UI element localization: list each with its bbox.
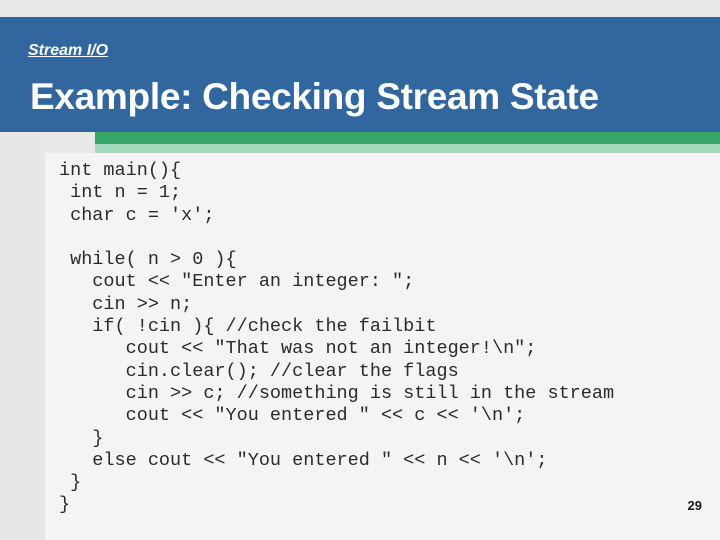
- accent-bar-green: [95, 132, 720, 144]
- panel-top-gap: [45, 132, 95, 153]
- accent-bar-green-light: [95, 144, 720, 153]
- code-block: int main(){ int n = 1; char c = 'x'; whi…: [59, 160, 615, 516]
- top-margin-strip: [0, 0, 720, 17]
- left-margin-strip: [0, 132, 45, 540]
- section-kicker: Stream I/O: [28, 42, 109, 59]
- page-title: Example: Checking Stream State: [30, 76, 599, 117]
- slide-number: 29: [687, 498, 702, 513]
- slide-header-band: Stream I/O Example: Checking Stream Stat…: [0, 17, 720, 132]
